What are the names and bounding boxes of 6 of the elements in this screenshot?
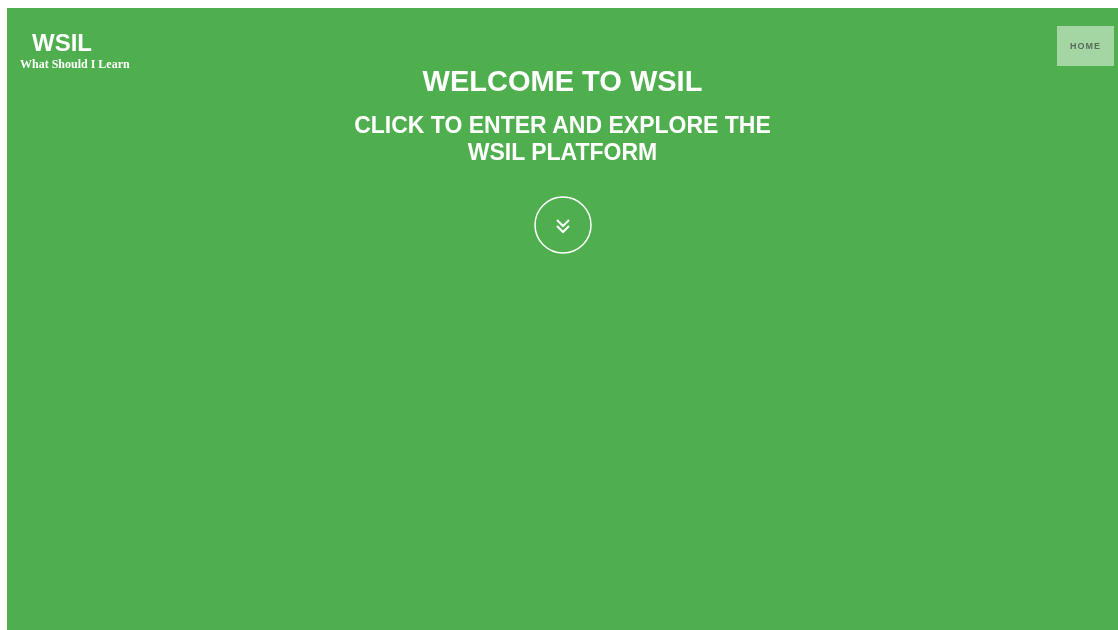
scroll-down-icon[interactable] (533, 196, 592, 254)
logo-title[interactable]: WSIL (32, 30, 92, 56)
home-button[interactable]: HOME (1057, 26, 1114, 66)
logo-subtitle: What Should I Learn (20, 57, 130, 71)
welcome-heading: WELCOME TO WSIL (422, 64, 703, 98)
hero-subtitle: CLICK TO ENTER AND EXPLORE THE WSIL PLATFORM (353, 112, 772, 166)
